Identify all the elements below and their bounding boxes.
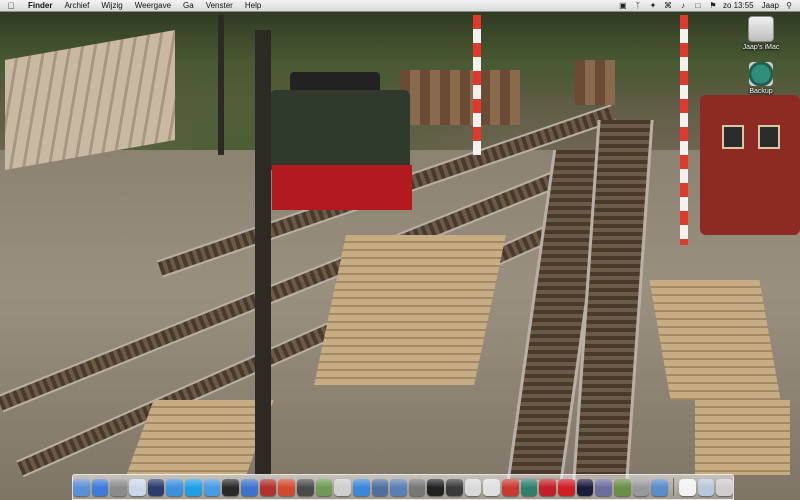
time-machine-icon [749, 62, 773, 86]
menu-clock[interactable]: zo 13:55 [723, 1, 754, 10]
skype-icon[interactable] [184, 478, 202, 496]
finder-icon[interactable] [73, 478, 90, 496]
wallpaper-wagons [400, 70, 520, 125]
menu-ga[interactable]: Ga [177, 0, 200, 11]
editor-icon[interactable] [483, 478, 501, 496]
menu-archief[interactable]: Archief [58, 0, 95, 11]
wallpaper-diesel-window [722, 125, 744, 149]
messages-icon[interactable] [203, 478, 221, 496]
desktop-icon-label: Jaap's iMac [742, 44, 780, 51]
dock-separator [673, 478, 674, 496]
apple-icon[interactable]:  [6, 1, 16, 11]
lastfm-icon[interactable] [539, 478, 557, 496]
spotlight-icon[interactable]: ⚲ [784, 1, 794, 11]
twitter-icon[interactable]: ✦ [648, 1, 658, 11]
spotify-icon[interactable] [222, 478, 239, 496]
dock [72, 474, 734, 500]
folder-stack-icon[interactable] [697, 478, 715, 496]
menu-bar:  Finder Archief Wijzig Weergave Ga Vens… [0, 0, 800, 12]
menu-help[interactable]: Help [239, 0, 267, 11]
preview-icon[interactable] [128, 478, 146, 496]
sandisk-icon[interactable] [558, 478, 575, 496]
space-icon[interactable] [576, 478, 594, 496]
wallpaper-lumber-stack [649, 280, 781, 400]
hard-drive-icon [748, 16, 774, 42]
dashboard-icon[interactable] [147, 478, 165, 496]
wallpaper-lumber-stack [695, 400, 790, 475]
wifi-icon[interactable]: ⌘ [663, 1, 673, 11]
airplay-icon[interactable]: ▣ [618, 1, 628, 11]
drive-icon[interactable] [371, 478, 389, 496]
menu-app-name[interactable]: Finder [22, 0, 58, 11]
bluetooth-icon[interactable]: ᛉ [633, 1, 643, 11]
script-icon[interactable] [464, 478, 482, 496]
wallpaper-locomotive-frame [272, 165, 412, 210]
wallpaper-diesel-window [758, 125, 780, 149]
menu-wijzig[interactable]: Wijzig [95, 0, 128, 11]
desktop-wallpaper [0, 0, 800, 500]
downloads-icon[interactable] [651, 478, 669, 496]
wallpaper-diesel-locomotive [700, 95, 800, 235]
wallpaper-lumber-stack [314, 235, 506, 385]
utility-icon[interactable] [408, 478, 426, 496]
wallpaper-wagon [575, 60, 615, 105]
menu-venster[interactable]: Venster [200, 0, 239, 11]
system-preferences-icon[interactable] [110, 478, 127, 496]
volume-icon[interactable]: ♪ [678, 1, 688, 11]
wallpaper-signal-pole [680, 15, 688, 245]
menu-extras: ▣ ᛉ ✦ ⌘ ♪ □ ⚑ zo 13:55 Jaap ⚲ [618, 0, 794, 11]
landscape-icon[interactable] [614, 478, 631, 496]
photo-icon[interactable] [278, 478, 295, 496]
photo-booth-icon[interactable] [259, 478, 277, 496]
iphoto-icon[interactable] [315, 478, 333, 496]
time-machine-icon[interactable] [520, 478, 538, 496]
iweb-icon[interactable] [352, 478, 370, 496]
network-icon[interactable] [390, 478, 407, 496]
display-icon[interactable]: □ [693, 1, 703, 11]
wallpaper-lamp-post [218, 15, 224, 155]
wallpaper-crane-mast [255, 30, 271, 475]
stack-icon[interactable] [632, 478, 650, 496]
terminal-icon[interactable] [427, 478, 445, 496]
wallpaper-icon[interactable] [595, 478, 613, 496]
menu-user[interactable]: Jaap [759, 1, 779, 10]
wallpaper-locomotive [270, 90, 410, 170]
screenshot-icon[interactable] [334, 478, 351, 496]
desktop-icon-imac-drive[interactable]: Jaap's iMac [733, 16, 789, 51]
trash-icon[interactable] [716, 478, 733, 496]
menu-weergave[interactable]: Weergave [129, 0, 177, 11]
flag-icon[interactable]: ⚑ [708, 1, 718, 11]
safari-icon[interactable] [91, 478, 109, 496]
wallpaper-signal-pole [473, 15, 481, 155]
imovie-icon[interactable] [296, 478, 314, 496]
desktop-icon-label: Backup [749, 88, 773, 95]
activity-icon[interactable] [446, 478, 463, 496]
desktop-icon-backup[interactable]: Backup [733, 62, 789, 95]
itunes-icon[interactable] [240, 478, 258, 496]
documents-stack-icon[interactable] [679, 478, 696, 496]
cut-icon[interactable] [502, 478, 519, 496]
app-store-icon[interactable] [166, 478, 183, 496]
